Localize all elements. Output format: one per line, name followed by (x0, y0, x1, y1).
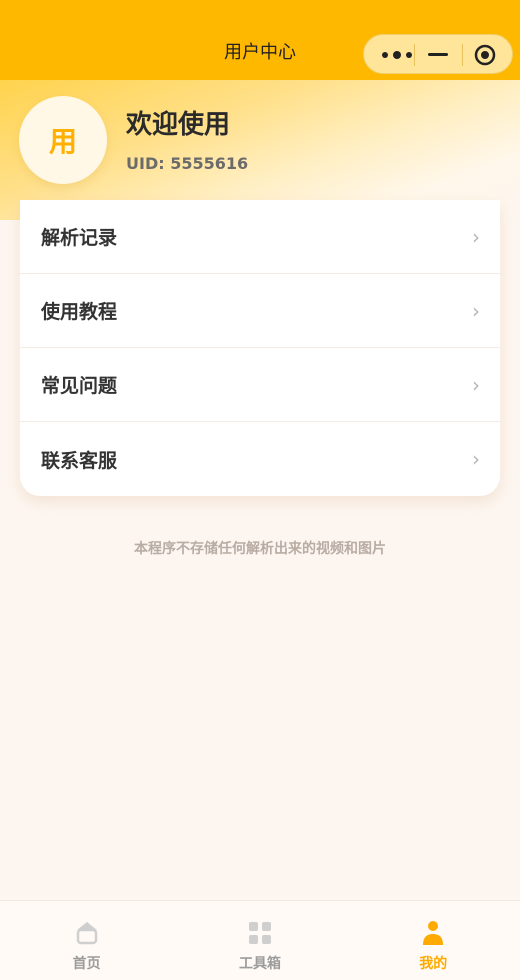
user-icon (423, 921, 444, 945)
tab-label: 工具箱 (238, 956, 281, 972)
mini-program-capsule (363, 34, 513, 74)
capsule-divider (462, 44, 463, 66)
disclaimer-text: 本程序不存储任何解析出来的视频和图片 (134, 541, 386, 557)
tab-label: 首页 (72, 956, 101, 972)
menu-item-faq[interactable]: 常见问题 › (20, 348, 500, 422)
tab-toolbox[interactable]: 工具箱 (173, 901, 346, 980)
user-id: UID: 5555616 (126, 154, 249, 173)
capsule-divider (414, 44, 415, 66)
menu-item-tutorial[interactable]: 使用教程 › (20, 274, 500, 348)
tab-home[interactable]: 首页 (0, 901, 173, 980)
home-icon (76, 922, 97, 945)
tab-bar: 首页 工具箱 我的 (0, 900, 520, 980)
more-dots-icon[interactable] (380, 48, 416, 62)
chevron-right-icon: › (472, 298, 480, 323)
tab-mine[interactable]: 我的 (347, 901, 520, 980)
menu-item-parse-history[interactable]: 解析记录 › (20, 200, 500, 274)
navigation-bar: 用户中心 (0, 0, 520, 80)
minimize-icon[interactable] (428, 53, 448, 56)
menu-item-label: 使用教程 (41, 301, 118, 323)
menu-item-label: 解析记录 (41, 227, 118, 249)
chevron-right-icon: › (472, 372, 480, 397)
target-close-icon[interactable] (474, 44, 496, 66)
profile-header: 用 欢迎使用 UID: 5555616 (0, 80, 520, 220)
chevron-right-icon: › (472, 447, 480, 471)
welcome-text: 欢迎使用 (126, 110, 231, 140)
avatar[interactable]: 用 (19, 96, 107, 184)
user-center-page: 用户中心 用 欢迎使用 UID: 5555616 解析记录 › 使用教程 › 常… (0, 0, 520, 980)
chevron-right-icon: › (472, 224, 480, 249)
grid-icon (248, 922, 271, 944)
menu-item-customer-service[interactable]: 联系客服 › (20, 422, 500, 496)
tab-label: 我的 (419, 956, 448, 972)
menu-item-label: 联系客服 (41, 449, 118, 472)
menu-card: 解析记录 › 使用教程 › 常见问题 › 联系客服 › (20, 200, 500, 496)
menu-item-label: 常见问题 (41, 375, 118, 397)
